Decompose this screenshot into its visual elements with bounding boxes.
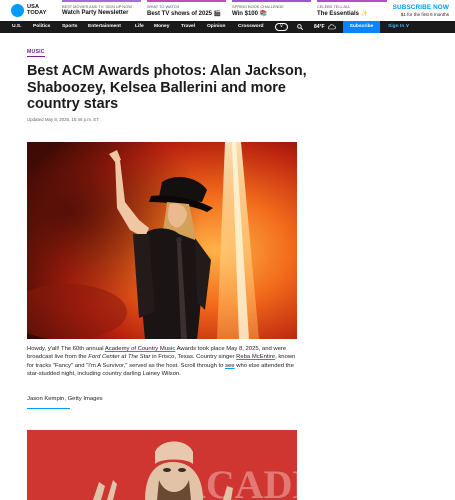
gallery-photo[interactable]: ACADEMY bbox=[27, 430, 297, 500]
promo-kicker: BEST MOVIES AND TV: SIGN UP NOW bbox=[62, 4, 132, 9]
caption-text: in Frisco, Texas. Country singer bbox=[150, 354, 237, 361]
promo-kicker: WHAT TO WATCH bbox=[147, 4, 180, 9]
credit-underline bbox=[27, 408, 70, 409]
photo-artist-red-carpet: ACADEMY bbox=[27, 430, 297, 500]
more-menu-button[interactable]: ∨ bbox=[275, 23, 288, 31]
sign-in-button[interactable]: Sign In ∨ bbox=[388, 21, 409, 33]
promo-strip: USA TODAY BEST MOVIES AND TV: SIGN UP NO… bbox=[0, 0, 455, 20]
logo-circle-icon bbox=[11, 4, 24, 17]
caption-venue: Ford Center at The Star bbox=[88, 354, 151, 361]
promo-kicker: SPRING BOOK CHALLENGE bbox=[232, 4, 284, 9]
promo-item[interactable]: SPRING BOOK CHALLENGE Win $100 📚 bbox=[232, 0, 311, 20]
logo-text-line2: TODAY bbox=[27, 9, 47, 16]
subscribe-now-subtitle: $1 for the first 6 months bbox=[400, 12, 449, 17]
nav-item-us[interactable]: U.S. bbox=[12, 21, 22, 33]
promo-item[interactable]: BEST MOVIES AND TV: SIGN UP NOW Watch Pa… bbox=[62, 0, 141, 20]
promo-headline: Win $100 📚 bbox=[232, 11, 268, 17]
subscribe-now-title: SUBSCRIBE NOW bbox=[392, 4, 449, 11]
nav-item-money[interactable]: Money bbox=[154, 21, 170, 33]
cloud-icon[interactable] bbox=[327, 24, 336, 30]
article-headline: Best ACM Awards photos: Alan Jackson, Sh… bbox=[27, 63, 307, 112]
photo-singer-on-stage bbox=[27, 142, 297, 339]
nav-item-opinion[interactable]: Opinion bbox=[207, 21, 225, 33]
promo-kicker: CELEBS TELL ALL bbox=[317, 4, 351, 9]
promo-accent-bar bbox=[62, 0, 141, 2]
nav-item-travel[interactable]: Travel bbox=[181, 21, 195, 33]
nav-item-life[interactable]: Life bbox=[135, 21, 144, 33]
photo-caption: Howdy, y'all! The 60th annual Academy of… bbox=[27, 345, 302, 379]
article-dateline: Updated May 8, 2025, 10:46 p.m. ET bbox=[27, 117, 99, 122]
section-tag[interactable]: MUSIC bbox=[27, 49, 45, 57]
nav-item-entertainment[interactable]: Entertainment bbox=[88, 21, 121, 33]
nav-item-sports[interactable]: Sports bbox=[62, 21, 78, 33]
usa-today-logo[interactable]: USA TODAY bbox=[11, 4, 46, 17]
nav-item-politics[interactable]: Politics bbox=[33, 21, 50, 33]
subscribe-now-promo[interactable]: SUBSCRIBE NOW $1 for the first 6 months bbox=[393, 4, 449, 17]
gallery-photo[interactable] bbox=[27, 142, 297, 339]
promo-accent-bar bbox=[317, 0, 387, 2]
promo-item[interactable]: CELEBS TELL ALL The Essentials ✨ bbox=[317, 0, 387, 20]
caption-text: Howdy, y'all! The 60th annual bbox=[27, 346, 105, 352]
caption-link-reba[interactable]: Reba McEntire bbox=[236, 354, 275, 360]
promo-headline: The Essentials ✨ bbox=[317, 11, 369, 17]
photo-credit: Jason Kempin, Getty Images bbox=[27, 396, 103, 402]
search-icon[interactable] bbox=[297, 24, 303, 30]
promo-headline: Watch Party Newsletter bbox=[62, 10, 129, 16]
weather-temperature[interactable]: 84°F bbox=[314, 21, 325, 33]
subscribe-button[interactable]: Subscribe bbox=[343, 21, 380, 33]
promo-accent-bar bbox=[147, 0, 226, 2]
nav-item-crossword[interactable]: Crossword bbox=[238, 21, 264, 33]
promo-accent-bar bbox=[232, 0, 311, 2]
caption-link-academy[interactable]: Academy of Country Music bbox=[105, 346, 175, 352]
promo-headline: Best TV shows of 2025 🎬 bbox=[147, 11, 222, 17]
main-nav: U.S. Politics Sports Entertainment Life … bbox=[0, 21, 455, 33]
promo-item[interactable]: WHAT TO WATCH Best TV shows of 2025 🎬 bbox=[147, 0, 226, 20]
caption-link-see[interactable]: see bbox=[225, 363, 235, 369]
